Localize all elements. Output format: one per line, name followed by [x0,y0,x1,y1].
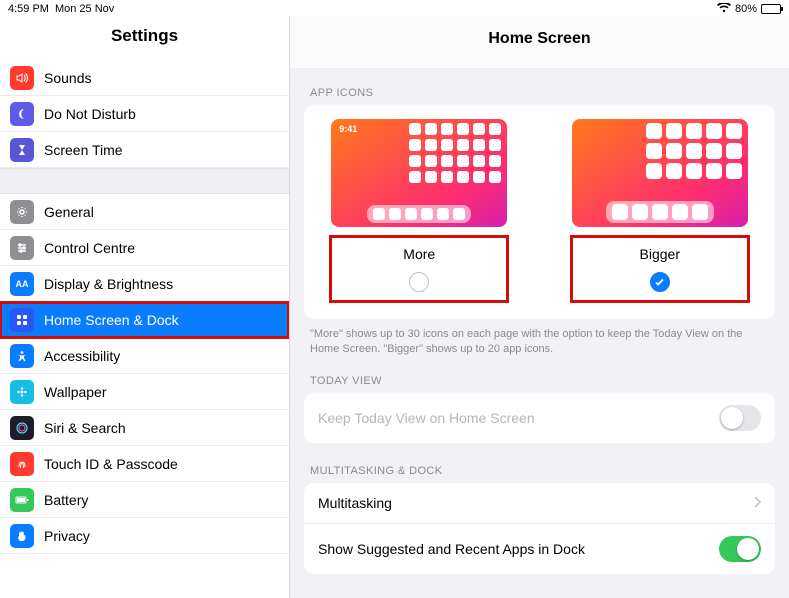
sidebar-item-label: Screen Time [44,142,123,158]
sidebar-item-privacy[interactable]: Privacy [0,518,289,554]
speaker-icon [10,66,34,90]
row-today-view[interactable]: Keep Today View on Home Screen [304,393,775,443]
radio-bigger[interactable] [650,272,670,292]
sidebar-item-label: General [44,204,94,220]
sidebar-item-display-brightness[interactable]: AA Display & Brightness [0,266,289,302]
sidebar-item-sounds[interactable]: Sounds [0,60,289,96]
row-multitasking[interactable]: Multitasking [304,483,775,524]
app-icons-option-bigger[interactable]: Bigger [560,119,760,303]
home-grid-icon [10,308,34,332]
option-label-bigger: Bigger [640,246,680,262]
switch-today-view[interactable] [719,405,761,431]
gear-icon [10,200,34,224]
switch-suggested-apps[interactable] [719,536,761,562]
radio-more[interactable] [409,272,429,292]
app-icons-option-more[interactable]: 9:41 More [319,119,519,303]
app-icons-card: 9:41 More [304,105,775,319]
preview-bigger [572,119,748,227]
sidebar-item-label: Touch ID & Passcode [44,456,178,472]
status-bar: 4:59 PM Mon 25 Nov 80% [0,0,789,16]
sidebar-item-label: Sounds [44,70,91,86]
sidebar-item-label: Control Centre [44,240,135,256]
moon-icon [10,102,34,126]
option-label-more: More [403,246,435,262]
section-header-today-view: TODAY VIEW [304,375,775,393]
row-label-suggested-apps: Show Suggested and Recent Apps in Dock [318,541,585,557]
sidebar-item-accessibility[interactable]: Accessibility [0,338,289,374]
sidebar-item-control-centre[interactable]: Control Centre [0,230,289,266]
sidebar-item-screen-time[interactable]: Screen Time [0,132,289,168]
flower-icon [10,380,34,404]
app-icons-footnote: "More" shows up to 30 icons on each page… [304,319,775,375]
row-suggested-apps[interactable]: Show Suggested and Recent Apps in Dock [304,524,775,574]
sliders-icon [10,236,34,260]
settings-sidebar: Settings Sounds Do Not Disturb Screen Ti… [0,16,290,598]
sidebar-item-home-screen-dock[interactable]: Home Screen & Dock [0,302,289,338]
fingerprint-icon [10,452,34,476]
sidebar-item-wallpaper[interactable]: Wallpaper [0,374,289,410]
siri-icon [10,416,34,440]
hourglass-icon [10,138,34,162]
battery-icon [10,488,34,512]
sidebar-item-label: Display & Brightness [44,276,173,292]
sidebar-item-label: Home Screen & Dock [44,312,179,328]
sidebar-title: Settings [0,16,289,60]
section-header-app-icons: APP ICONS [304,87,775,105]
status-date: Mon 25 Nov [55,3,114,15]
sidebar-item-label: Wallpaper [44,384,107,400]
sidebar-item-touch-id[interactable]: Touch ID & Passcode [0,446,289,482]
row-label-multitasking: Multitasking [318,495,392,511]
sidebar-item-siri-search[interactable]: Siri & Search [0,410,289,446]
status-time: 4:59 PM [8,3,49,15]
hand-icon [10,524,34,548]
preview-more: 9:41 [331,119,507,227]
sidebar-item-battery[interactable]: Battery [0,482,289,518]
section-header-multitasking: MULTITASKING & DOCK [304,465,775,483]
battery-icon [761,4,781,14]
sidebar-item-general[interactable]: General [0,194,289,230]
sidebar-item-do-not-disturb[interactable]: Do Not Disturb [0,96,289,132]
accessibility-icon [10,344,34,368]
sidebar-item-label: Accessibility [44,348,120,364]
sidebar-item-label: Siri & Search [44,420,126,436]
sidebar-item-label: Privacy [44,528,90,544]
detail-title: Home Screen [290,16,789,69]
sidebar-item-label: Do Not Disturb [44,106,136,122]
text-size-icon: AA [10,272,34,296]
sidebar-item-label: Battery [44,492,88,508]
battery-percent: 80% [735,3,757,15]
chevron-right-icon [753,495,761,511]
detail-pane: Home Screen APP ICONS 9:41 [290,16,789,598]
row-label-today-view: Keep Today View on Home Screen [318,410,535,426]
wifi-icon [717,3,731,16]
preview-clock: 9:41 [339,124,357,134]
